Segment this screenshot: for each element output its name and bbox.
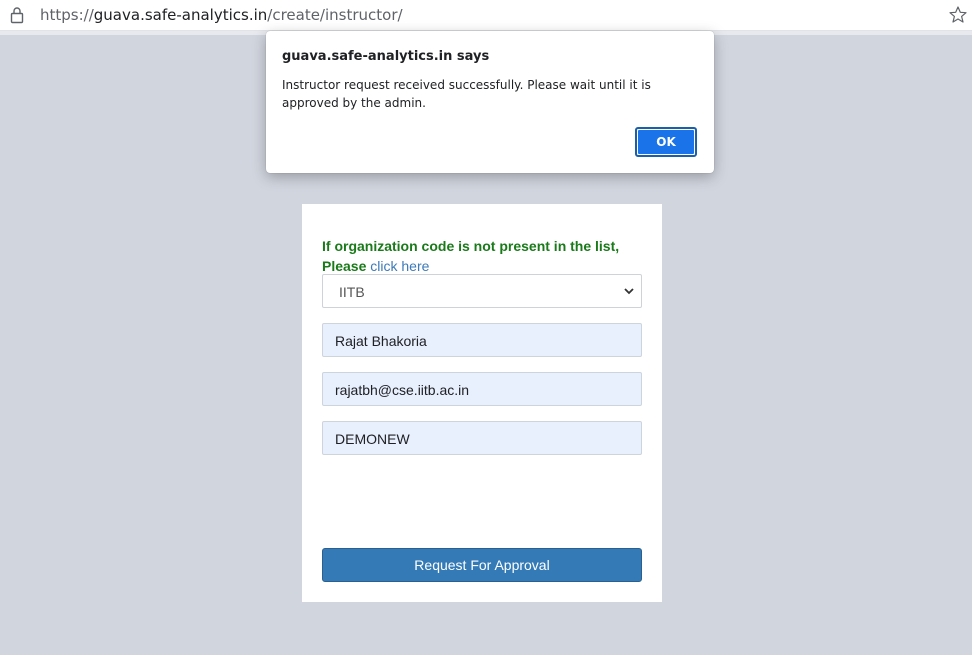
ok-button[interactable]: OK [635,127,697,157]
bookmark-star-icon[interactable] [948,5,968,25]
organization-select[interactable]: IITB [322,274,642,308]
click-here-link[interactable]: click here [370,258,429,274]
chevron-down-icon [624,288,634,295]
alert-dialog: guava.safe-analytics.in says Instructor … [266,31,714,173]
instructor-request-form: If organization code is not present in t… [302,204,662,602]
email-field[interactable]: rajatbh@cse.iitb.ac.in [322,372,642,406]
organization-selected-value: IITB [339,284,365,300]
code-field[interactable]: DEMONEW [322,421,642,455]
url-host: guava.safe-analytics.in [93,6,268,24]
code-value: DEMONEW [335,431,410,447]
organization-notice: If organization code is not present in t… [322,236,642,276]
url-field[interactable]: https://guava.safe-analytics.in/create/i… [40,6,403,24]
dialog-title: guava.safe-analytics.in says [282,49,490,64]
address-bar: https://guava.safe-analytics.in/create/i… [0,0,972,31]
name-value: Rajat Bhakoria [335,333,427,349]
dialog-message: Instructor request received successfully… [282,78,651,110]
request-approval-button[interactable]: Request For Approval [322,548,642,582]
name-field[interactable]: Rajat Bhakoria [322,323,642,357]
url-path: /create/instructor/ [267,6,403,24]
notice-text: If organization code is not present in t… [322,238,620,274]
email-value: rajatbh@cse.iitb.ac.in [335,382,470,398]
ok-button-label: OK [638,130,694,154]
lock-icon[interactable] [10,6,24,24]
url-scheme: https:// [40,6,94,24]
